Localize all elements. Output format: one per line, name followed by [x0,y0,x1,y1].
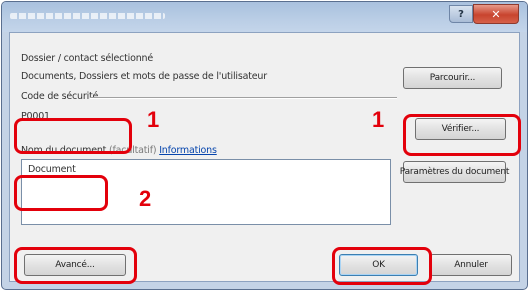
document-info-link[interactable]: Informations [159,145,217,156]
document-name-label: Nom du document (facultatif) Information… [21,145,217,156]
cancel-button[interactable]: Annuler [430,254,512,276]
document-name-field[interactable]: Document [21,159,391,225]
step-number-1-right: 1 [372,107,385,132]
document-name-value: Document [28,164,76,175]
code-value[interactable]: P0001 [21,111,50,122]
browse-button[interactable]: Parcourir... [403,67,502,89]
window-title [12,11,132,23]
code-label: Code de sécurité [21,91,99,102]
document-name-label-text: Nom du document [21,145,107,156]
document-name-optional: (facultatif) [109,145,157,156]
verify-button[interactable]: Vérifier... [415,118,506,140]
step-number-2: 2 [139,186,152,211]
ok-button[interactable]: OK [339,254,418,276]
selected-label: Dossier / contact sélectionné [21,53,153,64]
advanced-button[interactable]: Avancé... [24,254,126,276]
document-settings-button[interactable]: Paramètres du document [400,161,509,183]
step-number-1-left: 1 [147,107,160,132]
close-icon[interactable]: ✕ [473,4,519,24]
dialog-window: ? ✕ Dossier / contact sélectionné Docume… [1,1,528,290]
separator-line [90,97,397,99]
dialog-client-area: Dossier / contact sélectionné Documents,… [9,32,520,282]
selected-value: Documents, Dossiers et mots de passe de … [21,71,267,82]
title-bar[interactable]: ? ✕ [2,2,527,32]
help-icon[interactable]: ? [449,5,473,23]
